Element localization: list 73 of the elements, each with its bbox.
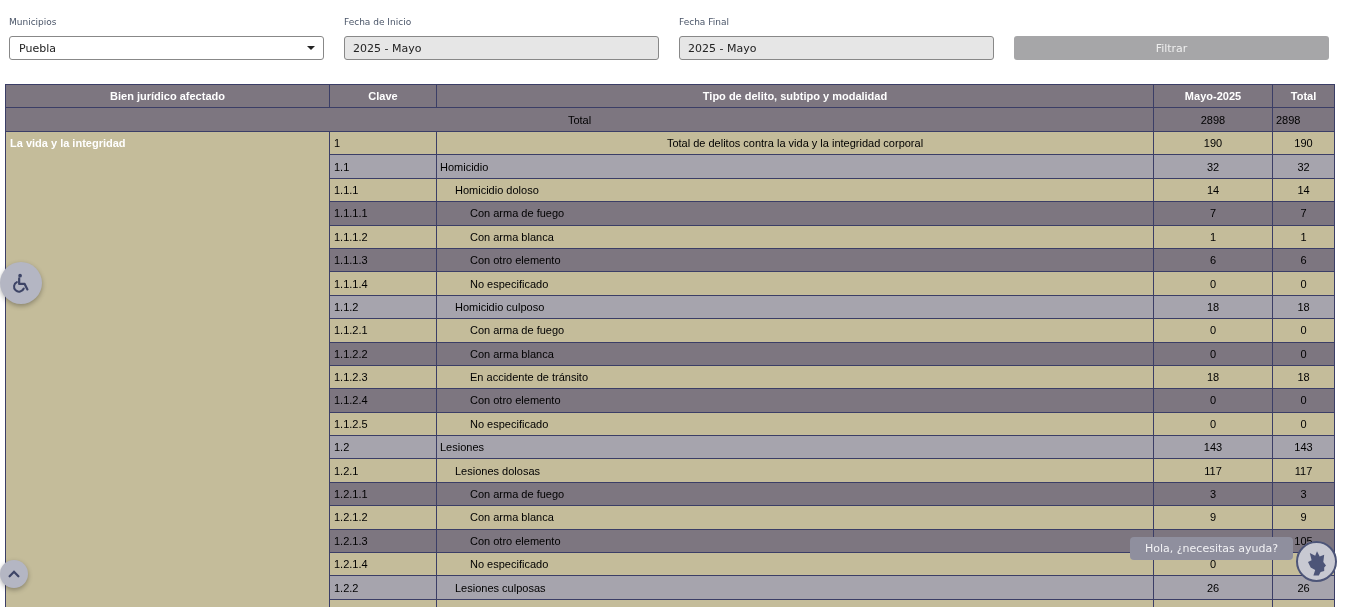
table-cell: 0	[1153, 388, 1273, 413]
table-cell: Lesiones dolosas	[436, 458, 1154, 483]
date-field[interactable]: 2025 - Mayo	[679, 36, 994, 60]
table-cell: 0	[1153, 412, 1273, 436]
table-cell: 18	[1153, 365, 1273, 389]
table-cell: 3	[1153, 482, 1273, 506]
table-cell: 1.2	[329, 435, 437, 459]
table-cell: Homicidio	[436, 154, 1154, 179]
table-cell: 1.1.2.3	[329, 365, 437, 389]
column-header: Total	[1272, 84, 1335, 108]
table-cell: No especificado	[436, 271, 1154, 296]
table-cell: 1.2.1.4	[329, 552, 437, 576]
table-cell: 1.2.1.1	[329, 482, 437, 506]
table-cell: 1.1.2.5	[329, 412, 437, 436]
table-cell: 18	[1153, 295, 1273, 319]
date-field[interactable]: 2025 - Mayo	[344, 36, 659, 60]
table-cell: 143	[1153, 435, 1273, 459]
table-cell: Homicidio culposo	[436, 295, 1154, 319]
table-cell: En accidente de tránsito	[436, 365, 1154, 389]
table-cell: 2898	[1153, 107, 1273, 132]
table-cell: Con otro elemento	[436, 388, 1154, 413]
table-cell: 26	[1153, 575, 1273, 600]
field-label: Municipios	[9, 16, 58, 29]
table-cell: 1.1.2.2	[329, 342, 437, 366]
table-cell: Con arma de fuego	[436, 318, 1154, 342]
table-cell: Lesiones culposas	[436, 575, 1154, 600]
table-cell: Con otro elemento	[436, 248, 1154, 272]
table-cell: Con arma blanca	[436, 225, 1154, 249]
table-cell: Con arma blanca	[436, 342, 1154, 366]
table-cell: 1.1.2	[329, 295, 437, 319]
table-cell: 1	[1153, 225, 1273, 249]
field-label: Fecha de Inicio	[344, 16, 413, 29]
table-cell: La vida y la integridad	[5, 131, 330, 607]
table-cell: Total	[5, 107, 1154, 132]
table-cell: 1.1.1.3	[329, 248, 437, 272]
table-cell: Total de delitos contra la vida y la integridad corporal	[436, 131, 1154, 155]
table-cell: No especificado	[436, 552, 1154, 576]
table-cell: 1.2.1	[329, 458, 437, 483]
table-cell: 1.2.1.2	[329, 505, 437, 530]
column-header: Tipo de delito, subtipo y modalidad	[436, 84, 1154, 108]
table-cell: 117	[1153, 458, 1273, 483]
table-cell: 1.1	[329, 154, 437, 179]
table-cell: 14	[1153, 178, 1273, 202]
table-cell: Con arma blanca	[436, 505, 1154, 530]
dropdown-field[interactable]: Puebla	[9, 36, 324, 60]
dropdown-caret-icon	[307, 46, 315, 50]
table-cell: 1	[329, 131, 437, 155]
table-cell: Con arma de fuego	[436, 201, 1154, 226]
column-header: Clave	[329, 84, 437, 108]
table-cell: Con arma de fuego	[436, 482, 1154, 506]
table-cell: 1.1.2.1	[329, 318, 437, 342]
table-cell: 0	[1153, 318, 1273, 342]
table-cell: 1.1.1.4	[329, 271, 437, 296]
column-header: Bien jurídico afectado	[5, 84, 330, 108]
table-cell: 1.2.1.3	[329, 529, 437, 553]
table-cell: 1.1.1.1	[329, 201, 437, 226]
table-cell: No especificado	[436, 412, 1154, 436]
table-cell: Lesiones	[436, 435, 1154, 459]
table-cell: 0	[1153, 271, 1273, 296]
table-cell: 32	[1153, 154, 1273, 179]
scroll-up-button[interactable]	[0, 560, 28, 588]
table-cell: 7	[1153, 201, 1273, 226]
table-cell: 9	[1153, 505, 1273, 530]
column-header: Mayo-2025	[1153, 84, 1273, 108]
table-cell: 6	[1153, 248, 1273, 272]
table-cell: Homicidio doloso	[436, 178, 1154, 202]
table-cell: 1.2.2	[329, 575, 437, 600]
table-cell: 190	[1153, 131, 1273, 155]
field-label: Fecha Final	[679, 16, 730, 29]
table-cell: 1.1.2.4	[329, 388, 437, 413]
table-cell: 1.1.1.2	[329, 225, 437, 249]
table-cell: 0	[1153, 342, 1273, 366]
table-cell: 1.1.1	[329, 178, 437, 202]
